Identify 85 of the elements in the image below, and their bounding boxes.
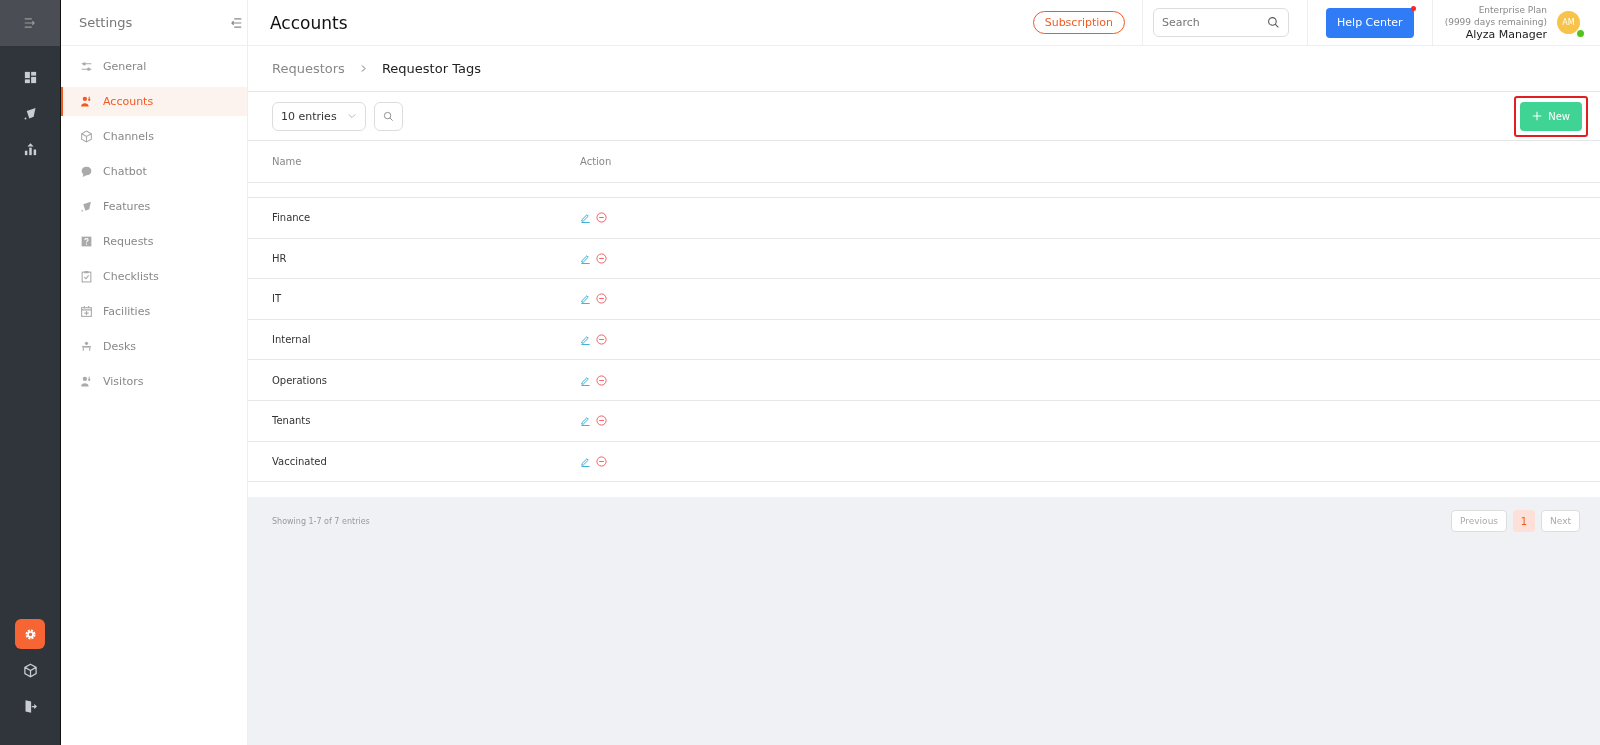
desk-icon <box>80 340 93 353</box>
cube-icon <box>22 662 38 678</box>
subscription-button[interactable]: Subscription <box>1032 11 1126 34</box>
minus-circle-icon <box>596 334 607 346</box>
sidebar-title: Settings <box>79 15 133 30</box>
search-button[interactable] <box>374 101 403 131</box>
sliders-icon <box>80 60 93 73</box>
calendar-icon <box>80 305 93 318</box>
expand-menu-icon[interactable] <box>23 16 37 30</box>
sidebar-item[interactable]: Features <box>61 192 247 221</box>
days-remaining: (9999 days remaining) <box>1444 15 1547 28</box>
minus-circle-icon <box>596 252 607 264</box>
previous-button[interactable]: Previous <box>1451 510 1508 533</box>
minus-circle-icon <box>596 293 607 305</box>
entries-summary: Showing 1-7 of 7 entries <box>272 516 371 526</box>
pencil-icon <box>580 415 591 427</box>
delete-button[interactable] <box>596 415 607 427</box>
sidebar-item[interactable]: Requests <box>61 227 247 256</box>
help-center-button[interactable]: Help Center <box>1326 7 1414 38</box>
pencil-icon <box>580 374 591 386</box>
sidebar-item[interactable]: Visitors <box>61 367 247 396</box>
tag-name: Vaccinated <box>271 455 328 467</box>
edit-button[interactable] <box>580 212 591 224</box>
caret-icon <box>347 111 357 121</box>
collapse-menu-icon[interactable] <box>229 15 243 30</box>
minus-circle-icon <box>596 212 607 224</box>
sidebar-item[interactable]: Chatbot <box>61 157 247 186</box>
search-icon <box>383 110 394 122</box>
pencil-icon <box>580 334 591 346</box>
tag-name: HR <box>271 252 288 264</box>
edit-button[interactable] <box>580 293 591 305</box>
column-header: Action <box>580 156 612 167</box>
delete-button[interactable] <box>596 252 607 264</box>
minus-circle-icon <box>596 455 607 467</box>
sidebar-item[interactable]: Desks <box>61 332 247 361</box>
chat-bubble-icon <box>80 165 93 178</box>
search-field[interactable]: Search <box>1153 8 1290 37</box>
clipboard-icon <box>80 270 93 283</box>
sidebar-item[interactable]: Checklists <box>61 262 247 291</box>
question-icon <box>80 235 93 248</box>
page-title: Accounts <box>270 12 349 33</box>
entries-dropdown[interactable]: 10 entries <box>272 101 366 131</box>
edit-button[interactable] <box>580 374 591 386</box>
cube-icon <box>80 130 93 143</box>
rocket-icon <box>80 200 93 213</box>
pencil-icon <box>580 212 591 224</box>
pencil-icon <box>580 455 591 467</box>
plan-name: Enterprise Plan <box>1478 3 1547 16</box>
sidebar-item[interactable]: Facilities <box>61 297 247 326</box>
next-button[interactable]: Next <box>1541 510 1580 533</box>
bar-chart-icon <box>22 141 38 157</box>
sidebar-item[interactable]: General <box>61 52 247 81</box>
tag-name: Internal <box>271 334 312 346</box>
settings-button[interactable] <box>15 619 45 649</box>
sidebar-item[interactable]: Accounts <box>61 87 247 116</box>
minus-circle-icon <box>596 374 607 386</box>
dashboard-icon <box>22 69 38 85</box>
edit-button[interactable] <box>580 415 591 427</box>
tag-name: Operations <box>271 374 328 386</box>
edit-button[interactable] <box>580 252 591 264</box>
user-icon <box>80 375 93 388</box>
rocket-icon <box>22 105 38 121</box>
delete-button[interactable] <box>596 374 607 386</box>
edit-button[interactable] <box>580 455 591 467</box>
page-button[interactable]: 1 <box>1513 510 1536 533</box>
search-icon <box>1267 16 1281 29</box>
tag-name: Tenants <box>271 415 312 427</box>
delete-button[interactable] <box>596 293 607 305</box>
delete-button[interactable] <box>596 455 607 467</box>
tag-name: IT <box>271 293 283 305</box>
edit-button[interactable] <box>580 334 591 346</box>
pencil-icon <box>580 293 591 305</box>
delete-button[interactable] <box>596 212 607 224</box>
tag-name: Finance <box>271 212 312 224</box>
pencil-icon <box>580 252 591 264</box>
sidebar-item[interactable]: Channels <box>61 122 247 151</box>
minus-circle-icon <box>596 415 607 427</box>
user-name: Alyza Manager <box>1465 27 1547 42</box>
column-header: Name <box>271 156 303 167</box>
plus-icon <box>1532 111 1543 121</box>
breadcrumb-link[interactable]: Requestors <box>272 61 345 76</box>
user-icon <box>80 95 93 108</box>
delete-button[interactable] <box>596 334 607 346</box>
new-button[interactable]: New <box>1520 101 1582 131</box>
breadcrumb-link[interactable]: Requestor Tags <box>381 61 481 76</box>
